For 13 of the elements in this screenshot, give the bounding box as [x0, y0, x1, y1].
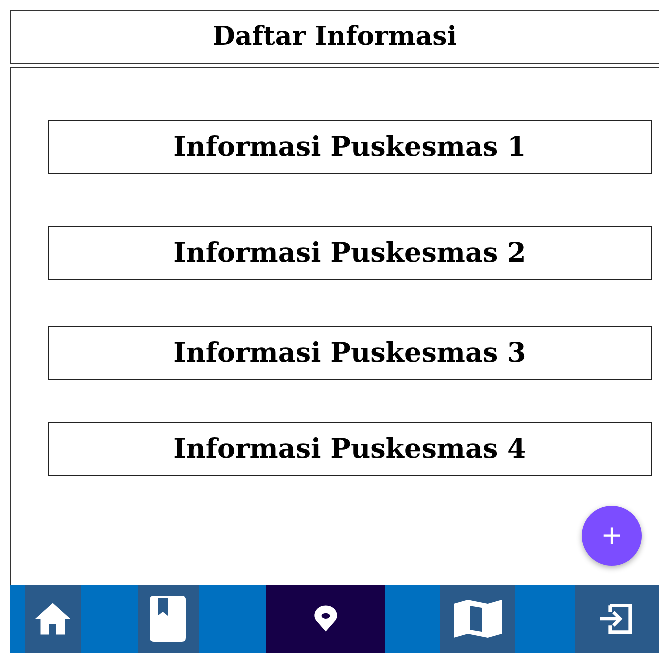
info-item[interactable]: Informasi Puskesmas 3	[48, 326, 652, 380]
home-tab[interactable]	[25, 585, 81, 653]
page-title: Daftar Informasi	[212, 22, 458, 52]
map-tab[interactable]	[440, 585, 516, 653]
map-icon	[452, 598, 504, 640]
info-item[interactable]: Informasi Puskesmas 1	[48, 120, 652, 174]
info-item[interactable]: Informasi Puskesmas 2	[48, 226, 652, 280]
pin-tab[interactable]	[266, 585, 386, 653]
book-icon	[148, 594, 188, 644]
info-item[interactable]: Informasi Puskesmas 4	[48, 422, 652, 476]
add-button[interactable]: +	[582, 506, 642, 566]
book-tab[interactable]	[138, 585, 199, 653]
exit-tab[interactable]	[575, 585, 659, 653]
